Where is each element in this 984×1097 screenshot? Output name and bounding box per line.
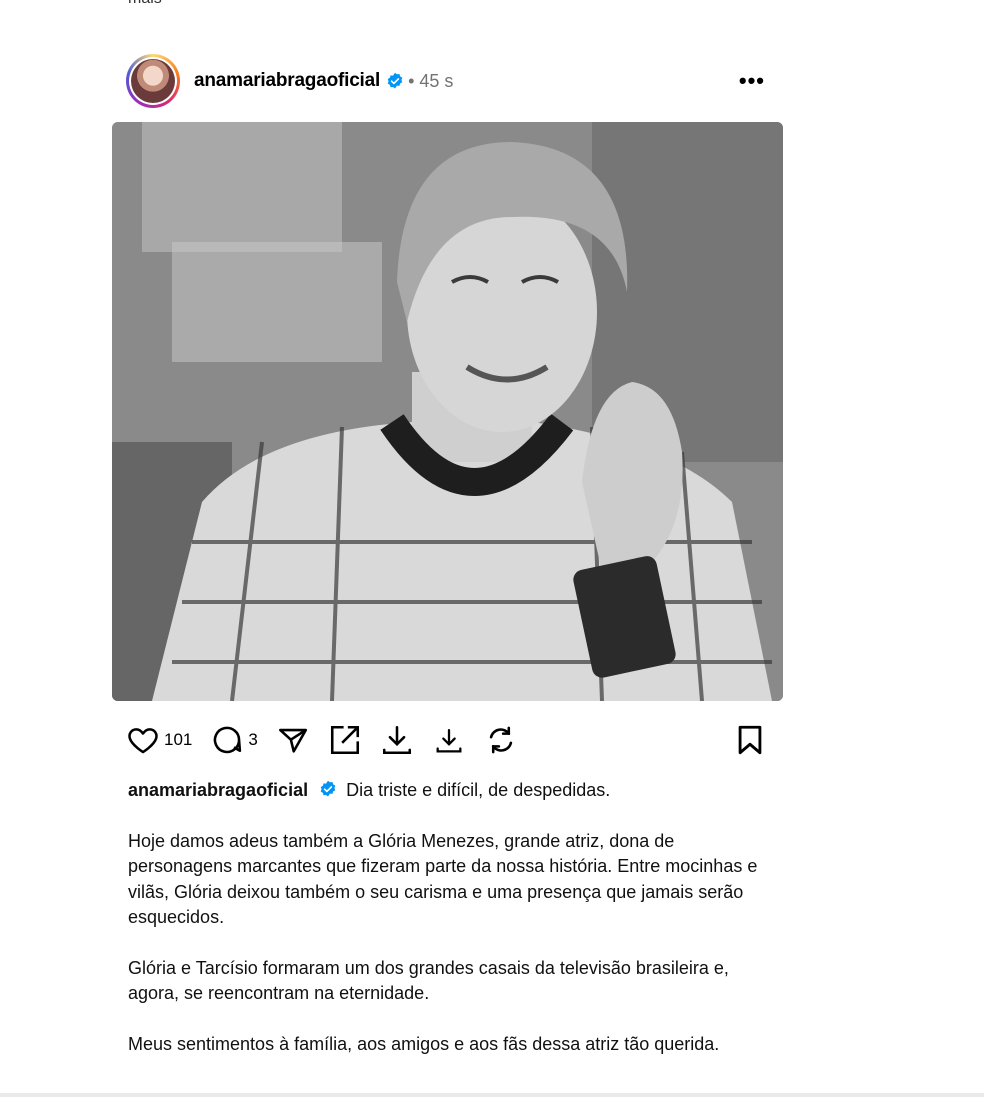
download-button-2[interactable]: [432, 723, 466, 757]
bookmark-icon: [738, 725, 762, 755]
comment-button[interactable]: 3: [210, 723, 258, 757]
post-image[interactable]: [112, 122, 783, 701]
download-icon: [436, 728, 462, 753]
refresh-button[interactable]: [484, 723, 518, 757]
like-count: 101: [164, 730, 193, 749]
share-button[interactable]: [276, 723, 310, 757]
post-actions: 101 3: [126, 718, 771, 762]
open-external-button[interactable]: [328, 723, 362, 757]
caption-paragraph-1: Hoje damos adeus também a Glória Menezes…: [128, 830, 758, 928]
caption-paragraph-2: Glória e Tarcísio formaram um dos grande…: [128, 957, 729, 1004]
download-button-1[interactable]: [380, 723, 414, 757]
previous-post-text-cut: mais: [128, 0, 162, 8]
bottom-divider: [0, 1093, 984, 1097]
verified-badge-icon: [386, 72, 404, 90]
comment-count: 3: [248, 730, 258, 749]
external-link-icon: [330, 725, 359, 755]
post-caption: anamariabragaoficial Dia triste e difíci…: [128, 778, 773, 1082]
avatar-story-ring[interactable]: [126, 54, 180, 108]
caption-username[interactable]: anamariabragaoficial: [128, 780, 308, 800]
post-username[interactable]: anamariabragaoficial: [194, 70, 380, 92]
post-time: • 45 s: [408, 70, 454, 91]
caption-paragraph-3: Meus sentimentos à família, aos amigos e…: [128, 1033, 720, 1054]
refresh-icon: [489, 726, 513, 754]
heart-icon: [128, 728, 158, 754]
avatar: [131, 59, 175, 103]
verified-badge-icon: [319, 780, 337, 798]
save-button[interactable]: [733, 723, 767, 762]
caption-first-line: Dia triste e difícil, de despedidas.: [346, 780, 611, 800]
comment-icon: [214, 726, 242, 754]
like-button[interactable]: 101: [126, 723, 192, 757]
portrait-photo: [112, 122, 783, 701]
download-icon: [382, 725, 411, 755]
post-header: anamariabragaoficial • 45 s •••: [126, 54, 771, 108]
paper-plane-icon: [278, 728, 307, 753]
more-options-button[interactable]: •••: [739, 68, 765, 94]
